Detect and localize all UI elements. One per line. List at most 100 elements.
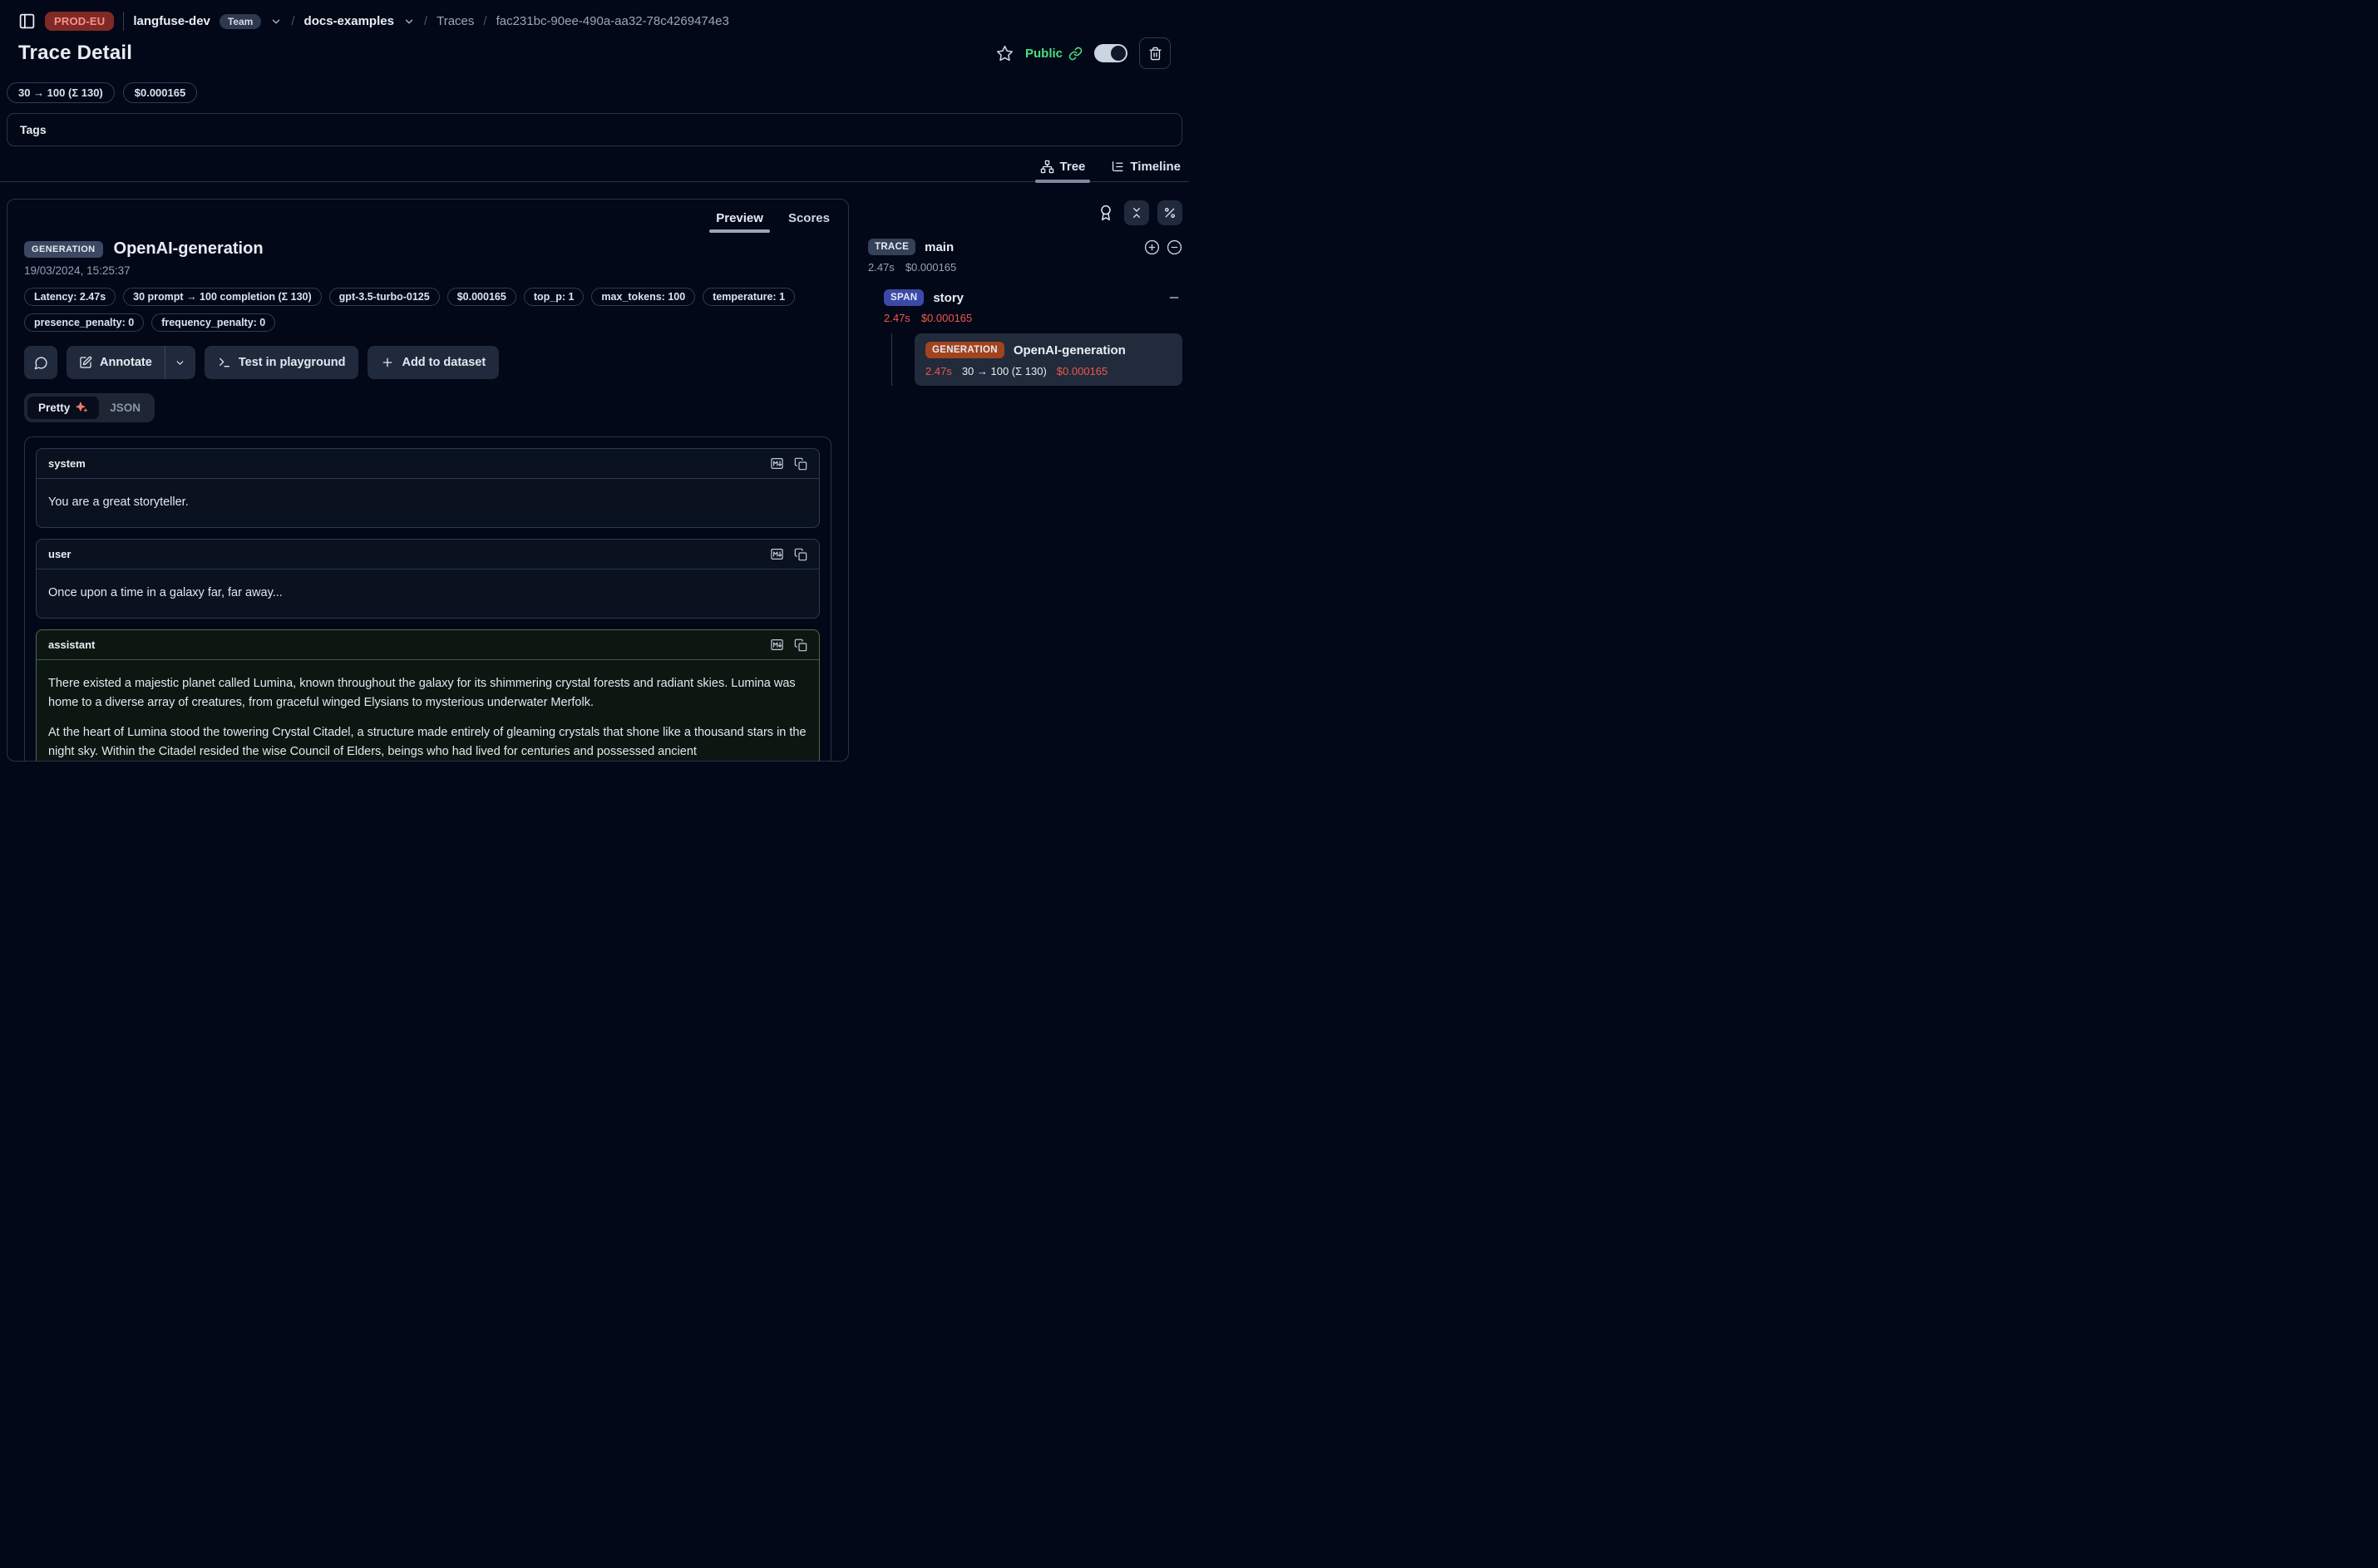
trace-metrics: 2.47s $0.000165 [868, 261, 1182, 274]
percent-icon [1163, 206, 1177, 219]
system-message-header: system [37, 449, 819, 479]
generation-name: OpenAI-generation [1014, 343, 1126, 357]
top-p-badge[interactable]: top_p: 1 [524, 288, 585, 306]
trace-tree-panel: TRACE main 2.47s $0.000165 SPAN story [868, 199, 1182, 386]
environment-badge[interactable]: PROD-EU [45, 12, 114, 31]
annotate-button[interactable]: Annotate [67, 346, 165, 379]
star-icon[interactable] [996, 45, 1014, 62]
collapse-node-icon[interactable] [1167, 291, 1181, 304]
temperature-badge[interactable]: temperature: 1 [703, 288, 795, 306]
format-pretty-option[interactable]: Pretty [27, 397, 99, 419]
max-tokens-badge[interactable]: max_tokens: 100 [591, 288, 695, 306]
observation-timestamp: 19/03/2024, 15:25:37 [24, 264, 831, 277]
chevron-down-icon[interactable] [270, 16, 282, 27]
tab-timeline[interactable]: Timeline [1110, 160, 1181, 181]
breadcrumb-separator: / [424, 14, 427, 28]
tab-preview[interactable]: Preview [716, 211, 763, 233]
pretty-label: Pretty [38, 402, 70, 414]
message-role: assistant [48, 639, 95, 651]
span-children: GENERATION OpenAI-generation 2.47s 30 → … [891, 333, 1182, 386]
tab-scores[interactable]: Scores [788, 211, 830, 233]
copy-icon[interactable] [794, 548, 807, 561]
title-row: Trace Detail Public [0, 31, 1189, 81]
copy-icon[interactable] [794, 457, 807, 471]
breadcrumb-project[interactable]: docs-examples [304, 14, 394, 28]
playground-label: Test in playground [239, 356, 346, 369]
span-latency: 2.47s [884, 312, 910, 324]
message-role: system [48, 457, 86, 470]
comment-button[interactable] [24, 346, 57, 379]
trace-cost: $0.000165 [905, 261, 956, 274]
tab-tree[interactable]: Tree [1040, 160, 1086, 181]
user-message-header: user [37, 540, 819, 570]
public-share-link[interactable]: Public [1025, 47, 1083, 61]
message-role: user [48, 548, 71, 560]
sparkles-icon [76, 402, 88, 414]
span-row[interactable]: SPAN story [884, 289, 1182, 306]
org-type-badge: Team [220, 14, 261, 29]
message-content: There existed a majestic planet called L… [37, 660, 819, 762]
breadcrumb-org[interactable]: langfuse-dev [133, 14, 210, 28]
link-icon [1068, 47, 1083, 61]
model-badge[interactable]: gpt-3.5-turbo-0125 [329, 288, 440, 306]
format-toggle: Pretty JSON [24, 393, 155, 422]
tree-node-trace[interactable]: TRACE main [868, 239, 1182, 255]
markdown-toggle-icon[interactable] [770, 456, 784, 471]
comment-icon [34, 356, 48, 370]
trace-name: main [925, 240, 954, 254]
expand-all-icon[interactable] [1144, 239, 1160, 255]
breadcrumb: PROD-EU langfuse-dev Team / docs-example… [0, 0, 1189, 31]
panel-body: GENERATION OpenAI-generation 19/03/2024,… [7, 233, 848, 762]
latency-badge[interactable]: Latency: 2.47s [24, 288, 116, 306]
page-title: Trace Detail [18, 42, 132, 65]
add-to-dataset-button[interactable]: Add to dataset [368, 346, 499, 379]
breadcrumb-traces[interactable]: Traces [437, 14, 474, 28]
token-usage-badge[interactable]: 30 → 100 (Σ 130) [7, 82, 115, 103]
tab-tree-label: Tree [1060, 160, 1086, 174]
markdown-toggle-icon[interactable] [770, 547, 784, 561]
tree-node-generation-selected[interactable]: GENERATION OpenAI-generation 2.47s 30 → … [915, 333, 1182, 386]
tags-label: Tags [20, 123, 47, 136]
message-tools [770, 638, 807, 652]
panel-tabs: Preview Scores [7, 200, 848, 233]
annotate-dropdown-button[interactable] [165, 346, 195, 379]
award-icon[interactable] [1096, 203, 1116, 223]
sidebar-toggle-icon[interactable] [18, 12, 36, 30]
generation-type-badge: GENERATION [925, 342, 1004, 358]
cost-badge[interactable]: $0.000165 [447, 288, 516, 306]
generation-latency: 2.47s [925, 365, 952, 377]
generation-cost: $0.000165 [1057, 365, 1108, 377]
trash-icon [1148, 47, 1162, 61]
annotate-label: Annotate [100, 356, 152, 369]
public-toggle[interactable] [1094, 44, 1127, 62]
observation-type-badge: GENERATION [24, 241, 103, 258]
delete-trace-button[interactable] [1139, 37, 1171, 69]
tree-icon [1040, 160, 1054, 174]
format-json-option[interactable]: JSON [99, 397, 151, 419]
collapse-all-button[interactable] [1124, 200, 1149, 225]
span-metrics: 2.47s $0.000165 [884, 312, 1182, 324]
cost-badge[interactable]: $0.000165 [123, 82, 197, 103]
markdown-toggle-icon[interactable] [770, 638, 784, 652]
system-message-card: system You are a great storyteller. [36, 448, 820, 528]
param-badges-row2: presence_penalty: 0 frequency_penalty: 0 [24, 313, 831, 332]
presence-penalty-badge[interactable]: presence_penalty: 0 [24, 313, 144, 332]
message-tools [770, 456, 807, 471]
breadcrumb-separator: / [291, 14, 294, 28]
breadcrumb-trace-id: fac231bc-90ee-490a-aa32-78c4269474e3 [496, 14, 729, 28]
chevron-down-icon[interactable] [403, 16, 415, 27]
edit-icon [79, 356, 92, 369]
tab-timeline-label: Timeline [1130, 160, 1181, 174]
copy-icon[interactable] [794, 639, 807, 652]
token-usage-badge[interactable]: 30 prompt → 100 completion (Σ 130) [123, 288, 322, 306]
frequency-penalty-badge[interactable]: frequency_penalty: 0 [151, 313, 275, 332]
test-in-playground-button[interactable]: Test in playground [205, 346, 359, 379]
chevron-down-icon [175, 357, 185, 368]
collapse-icon[interactable] [1167, 239, 1182, 255]
tree-controls [868, 200, 1182, 225]
toggle-knob [1111, 46, 1126, 61]
message-content: Once upon a time in a galaxy far, far aw… [37, 570, 819, 618]
tags-section[interactable]: Tags [7, 113, 1182, 146]
plus-icon [381, 356, 394, 369]
metrics-toggle-button[interactable] [1157, 200, 1182, 225]
